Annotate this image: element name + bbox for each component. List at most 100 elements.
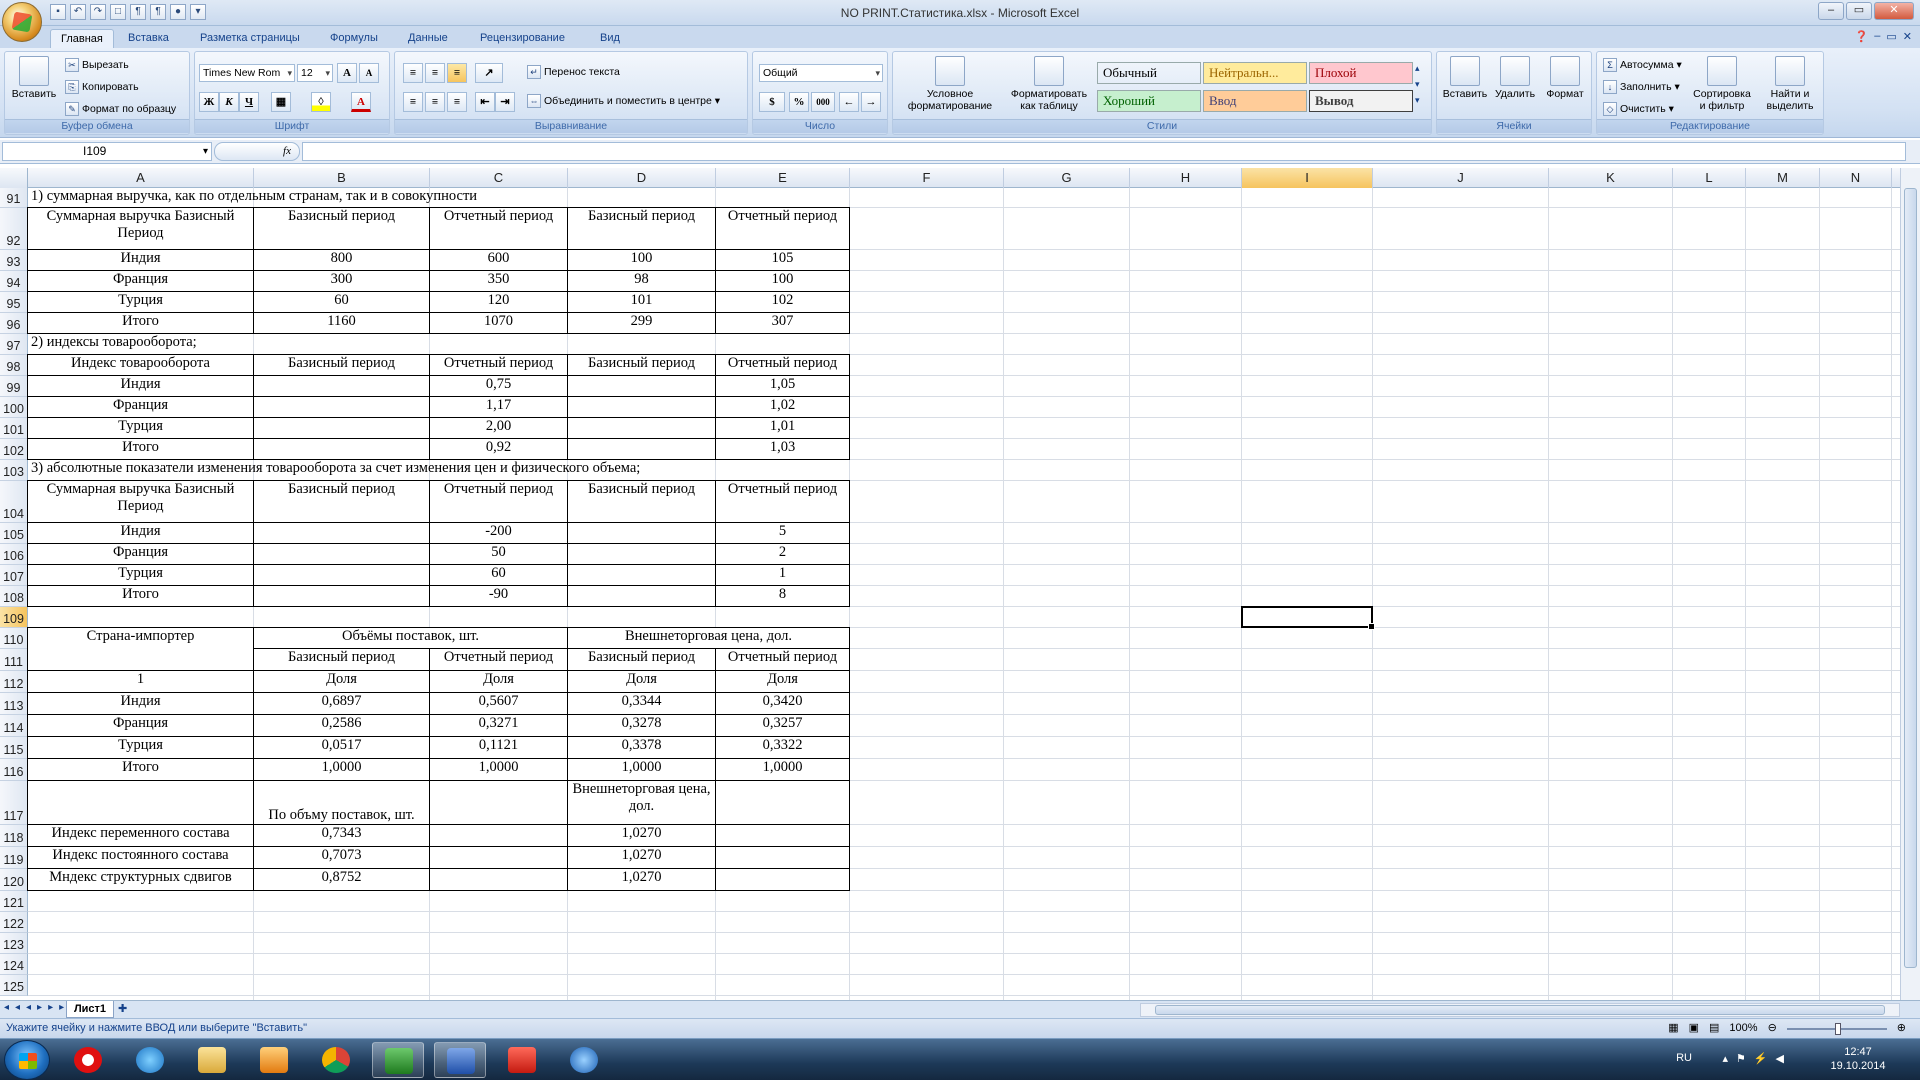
table-header-cell[interactable]: Отчетный период bbox=[715, 207, 850, 250]
table-header-cell[interactable] bbox=[429, 780, 568, 825]
table-cell[interactable] bbox=[253, 396, 430, 418]
table-header-cell[interactable]: Базисный период bbox=[567, 207, 716, 250]
cut-button[interactable]: ✂ Вырезать bbox=[65, 58, 129, 72]
name-box[interactable]: I109 bbox=[2, 142, 212, 161]
table-cell[interactable] bbox=[567, 585, 716, 607]
table-cell[interactable]: 1160 bbox=[253, 312, 430, 334]
word-taskbar-button[interactable] bbox=[434, 1042, 486, 1078]
minimize-button[interactable]: – bbox=[1818, 2, 1844, 20]
table-cell[interactable]: 1,01 bbox=[715, 417, 850, 439]
app-red-taskbar-button[interactable] bbox=[496, 1042, 548, 1078]
table-cell[interactable] bbox=[253, 417, 430, 439]
table-cell[interactable]: 0,3344 bbox=[567, 692, 716, 715]
sheet-navigation-icons[interactable]: ◂◂◂▸▸▸ bbox=[4, 1002, 70, 1013]
row-header-98[interactable]: 98 bbox=[0, 355, 28, 376]
wrap-text-button[interactable]: ↵ Перенос текста bbox=[527, 65, 620, 79]
format-painter-button[interactable]: ✎ Формат по образцу bbox=[65, 102, 176, 116]
orientation-icon[interactable]: ↗ bbox=[475, 63, 503, 83]
table-cell[interactable] bbox=[715, 824, 850, 847]
table-cell[interactable] bbox=[715, 846, 850, 869]
row-header-122[interactable]: 122 bbox=[0, 912, 28, 933]
table-cell[interactable] bbox=[567, 522, 716, 544]
table-cell[interactable]: 98 bbox=[567, 270, 716, 292]
column-header-c[interactable]: C bbox=[430, 168, 568, 188]
table-cell[interactable]: 1,02 bbox=[715, 396, 850, 418]
row-header-99[interactable]: 99 bbox=[0, 376, 28, 397]
table-cell[interactable]: 1,0000 bbox=[715, 758, 850, 781]
row-header-116[interactable]: 116 bbox=[0, 759, 28, 781]
table-cell[interactable]: 600 bbox=[429, 249, 568, 271]
table-cell[interactable] bbox=[429, 824, 568, 847]
row-header-105[interactable]: 105 bbox=[0, 523, 28, 544]
row-header-92[interactable]: 92 bbox=[0, 208, 28, 250]
table-cell[interactable]: 300 bbox=[253, 270, 430, 292]
ribbon-minimize-icon[interactable]: – bbox=[1874, 30, 1880, 43]
table-cell[interactable]: 307 bbox=[715, 312, 850, 334]
table-cell[interactable]: Франция bbox=[27, 396, 254, 418]
column-header-a[interactable]: A bbox=[28, 168, 254, 188]
table-cell[interactable]: 2,00 bbox=[429, 417, 568, 439]
row-header-119[interactable]: 119 bbox=[0, 847, 28, 869]
table-header-cell[interactable] bbox=[715, 780, 850, 825]
table-cell[interactable]: Индекс переменного состава bbox=[27, 824, 254, 847]
row-header-100[interactable]: 100 bbox=[0, 397, 28, 418]
section-title-cell[interactable]: 1) суммарная выручка, как по отдельным с… bbox=[28, 188, 477, 208]
tab-view[interactable]: Вид bbox=[590, 29, 630, 48]
row-header-114[interactable]: 114 bbox=[0, 715, 28, 737]
active-cell-selection[interactable] bbox=[1241, 606, 1375, 630]
shrink-font-icon[interactable]: A bbox=[359, 63, 379, 83]
table-cell[interactable]: Индия bbox=[27, 522, 254, 544]
table-cell[interactable]: 0,0517 bbox=[253, 736, 430, 759]
table-header-cell[interactable]: Доля bbox=[429, 670, 568, 693]
formula-input[interactable] bbox=[302, 142, 1906, 161]
table-cell[interactable]: 105 bbox=[715, 249, 850, 271]
style-good[interactable]: Хороший bbox=[1097, 90, 1201, 112]
row-header-94[interactable]: 94 bbox=[0, 271, 28, 292]
table-cell[interactable] bbox=[567, 564, 716, 586]
table-cell[interactable]: 1,03 bbox=[715, 438, 850, 460]
table-cell[interactable]: -90 bbox=[429, 585, 568, 607]
table-header-cell[interactable]: Суммарная выручка Базисный Период bbox=[27, 480, 254, 523]
row-header-120[interactable]: 120 bbox=[0, 869, 28, 891]
row-header-97[interactable]: 97 bbox=[0, 334, 28, 355]
zoom-level[interactable]: 100% bbox=[1729, 1019, 1757, 1038]
vertical-scrollbar[interactable] bbox=[1900, 168, 1920, 1010]
column-header-g[interactable]: G bbox=[1004, 168, 1130, 188]
table-header-cell[interactable]: Индекс товарооборота bbox=[27, 354, 254, 376]
copy-button[interactable]: ⎘ Копировать bbox=[65, 80, 139, 94]
table-cell[interactable]: 0,3378 bbox=[567, 736, 716, 759]
table-cell[interactable]: 1,0000 bbox=[429, 758, 568, 781]
table-header-cell[interactable]: По объму поставок, шт. bbox=[253, 780, 430, 825]
table-cell[interactable]: Мндекс структурных сдвигов bbox=[27, 868, 254, 891]
table-cell[interactable]: 0,3271 bbox=[429, 714, 568, 737]
table-cell[interactable]: 0,6897 bbox=[253, 692, 430, 715]
row-header-115[interactable]: 115 bbox=[0, 737, 28, 759]
tab-home[interactable]: Главная bbox=[50, 29, 114, 48]
style-input[interactable]: Ввод bbox=[1203, 90, 1307, 112]
align-left-icon[interactable]: ≡ bbox=[403, 92, 423, 112]
table-header-cell[interactable]: Доля bbox=[567, 670, 716, 693]
table-header-cell[interactable]: 1 bbox=[27, 670, 254, 693]
table-cell[interactable] bbox=[253, 564, 430, 586]
table-cell[interactable]: 60 bbox=[253, 291, 430, 313]
table-cell[interactable]: 0,75 bbox=[429, 375, 568, 397]
font-color-button[interactable]: A bbox=[351, 92, 371, 112]
row-header-106[interactable]: 106 bbox=[0, 544, 28, 565]
column-header-d[interactable]: D bbox=[568, 168, 716, 188]
table-header-cell[interactable]: Базисный период bbox=[567, 480, 716, 523]
row-header-117[interactable]: 117 bbox=[0, 781, 28, 825]
row-header-123[interactable]: 123 bbox=[0, 933, 28, 954]
table-cell[interactable]: 1,0270 bbox=[567, 868, 716, 891]
zoom-out-icon[interactable]: ⊖ bbox=[1768, 1019, 1777, 1038]
table-header-cell[interactable]: Базисный период bbox=[253, 480, 430, 523]
table-cell[interactable]: 0,3322 bbox=[715, 736, 850, 759]
row-header-108[interactable]: 108 bbox=[0, 586, 28, 607]
font-size-select[interactable]: 12 bbox=[297, 64, 333, 82]
table-header-cell[interactable]: Базисный период bbox=[253, 207, 430, 250]
paste-button[interactable]: Вставить bbox=[9, 56, 59, 100]
table-cell[interactable]: Индия bbox=[27, 375, 254, 397]
section-title-cell[interactable]: 3) абсолютные показатели изменения товар… bbox=[28, 460, 640, 481]
table-cell[interactable]: 1,0270 bbox=[567, 846, 716, 869]
table-cell[interactable]: 120 bbox=[429, 291, 568, 313]
table-cell[interactable]: Итого bbox=[27, 758, 254, 781]
